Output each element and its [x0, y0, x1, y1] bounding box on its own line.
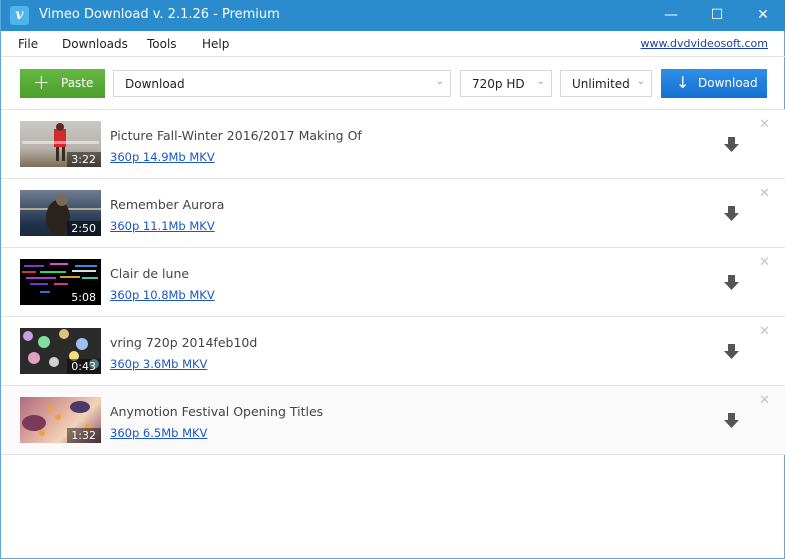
- video-thumbnail: 1:32: [20, 397, 101, 443]
- video-row[interactable]: 2:50 Remember Aurora 360p 11.1Mb MKV ✕: [1, 179, 785, 248]
- vimeo-logo-icon: v: [10, 6, 29, 25]
- menu-bar: File Downloads Tools Help www.dvdvideoso…: [1, 31, 785, 57]
- menu-tools[interactable]: Tools: [147, 37, 177, 51]
- video-thumbnail: 0:43: [20, 328, 101, 374]
- remove-icon[interactable]: ✕: [759, 117, 770, 132]
- video-thumbnail: 5:08: [20, 259, 101, 305]
- video-thumbnail: 3:22: [20, 121, 101, 167]
- app-window: v Vimeo Download v. 2.1.26 - Premium — ☐…: [0, 0, 785, 559]
- video-row[interactable]: 0:43 vring 720p 2014feb10d 360p 3.6Mb MK…: [1, 317, 785, 386]
- website-link[interactable]: www.dvdvideosoft.com: [641, 37, 768, 50]
- video-title: Clair de lune: [110, 266, 190, 281]
- remove-icon[interactable]: ✕: [759, 186, 770, 201]
- video-thumbnail: 2:50: [20, 190, 101, 236]
- video-format-link[interactable]: 360p 14.9Mb MKV: [110, 150, 215, 164]
- arrow-down-icon: ↓: [676, 73, 690, 92]
- video-row[interactable]: 1:32 Anymotion Festival Opening Titles 3…: [1, 386, 785, 455]
- download-arrow-icon[interactable]: [723, 205, 740, 222]
- close-button[interactable]: ✕: [740, 0, 785, 31]
- paste-label: Paste: [61, 76, 94, 90]
- chevron-down-icon: ⌄: [536, 76, 545, 87]
- video-format-link[interactable]: 360p 3.6Mb MKV: [110, 357, 207, 371]
- video-row[interactable]: 3:22 Picture Fall-Winter 2016/2017 Makin…: [1, 110, 785, 179]
- video-format-link[interactable]: 360p 10.8Mb MKV: [110, 288, 215, 302]
- speed-select-value: Unlimited: [572, 77, 630, 91]
- video-format-link[interactable]: 360p 6.5Mb MKV: [110, 426, 207, 440]
- video-title: Picture Fall-Winter 2016/2017 Making Of: [110, 128, 362, 143]
- mode-select-value: Download: [125, 77, 185, 91]
- menu-help[interactable]: Help: [202, 37, 229, 51]
- remove-icon[interactable]: ✕: [759, 393, 770, 408]
- download-arrow-icon[interactable]: [723, 343, 740, 360]
- video-list: 3:22 Picture Fall-Winter 2016/2017 Makin…: [1, 110, 785, 455]
- window-title: Vimeo Download v. 2.1.26 - Premium: [39, 7, 280, 22]
- maximize-button[interactable]: ☐: [694, 0, 740, 31]
- menu-downloads[interactable]: Downloads: [62, 37, 128, 51]
- close-icon: ✕: [757, 7, 769, 23]
- speed-select[interactable]: Unlimited ⌄: [560, 70, 652, 97]
- title-bar[interactable]: v Vimeo Download v. 2.1.26 - Premium — ☐…: [1, 0, 785, 31]
- video-title: Anymotion Festival Opening Titles: [110, 404, 324, 419]
- menu-file[interactable]: File: [18, 37, 38, 51]
- minimize-icon: —: [664, 7, 678, 23]
- video-title: vring 720p 2014feb10d: [110, 335, 258, 350]
- paste-button[interactable]: + Paste: [20, 69, 105, 98]
- video-duration: 1:32: [67, 428, 101, 443]
- video-title: Remember Aurora: [110, 197, 225, 212]
- chevron-down-icon: ⌄: [435, 76, 444, 87]
- download-label: Download: [698, 76, 758, 90]
- download-arrow-icon[interactable]: [723, 412, 740, 429]
- quality-select-value: 720p HD: [472, 77, 525, 91]
- chevron-down-icon: ⌄: [636, 76, 645, 87]
- remove-icon[interactable]: ✕: [759, 255, 770, 270]
- download-button[interactable]: ↓ Download: [661, 69, 767, 98]
- video-duration: 5:08: [67, 290, 101, 305]
- download-arrow-icon[interactable]: [723, 136, 740, 153]
- video-duration: 3:22: [67, 152, 101, 167]
- minimize-button[interactable]: —: [648, 0, 694, 31]
- toolbar: + Paste Download ⌄ 720p HD ⌄ Unlimited ⌄…: [1, 57, 785, 110]
- maximize-icon: ☐: [710, 7, 724, 23]
- video-duration: 0:43: [67, 359, 101, 374]
- mode-select[interactable]: Download ⌄: [113, 70, 451, 97]
- plus-icon: +: [33, 70, 50, 94]
- remove-icon[interactable]: ✕: [759, 324, 770, 339]
- video-duration: 2:50: [67, 221, 101, 236]
- download-arrow-icon[interactable]: [723, 274, 740, 291]
- video-format-link[interactable]: 360p 11.1Mb MKV: [110, 219, 215, 233]
- video-row[interactable]: 5:08 Clair de lune 360p 10.8Mb MKV ✕: [1, 248, 785, 317]
- quality-select[interactable]: 720p HD ⌄: [460, 70, 552, 97]
